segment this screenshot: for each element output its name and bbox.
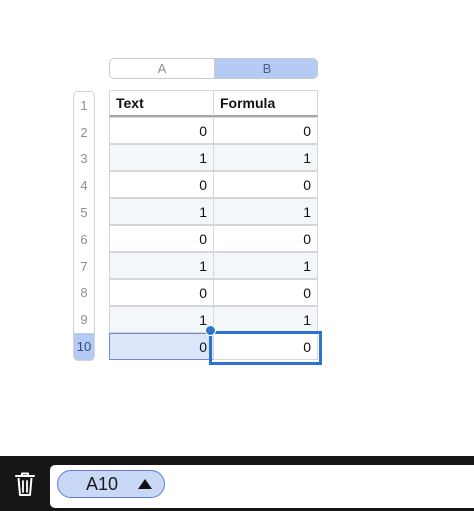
table-cell[interactable]: 1 bbox=[109, 198, 214, 225]
table-cell[interactable]: 0 bbox=[109, 117, 214, 144]
table-row: 0 0 bbox=[109, 171, 319, 199]
selected-cell-a10[interactable]: 0 bbox=[109, 333, 214, 360]
row-header-9[interactable]: 9 bbox=[74, 306, 94, 333]
table-row: 0 0 bbox=[109, 225, 319, 253]
row-header-4[interactable]: 4 bbox=[74, 172, 94, 199]
table-cell[interactable]: 0 bbox=[109, 225, 214, 252]
row-header-3[interactable]: 3 bbox=[74, 146, 94, 173]
triangle-up-icon bbox=[138, 479, 152, 489]
data-table: Text Formula 0 0 1 1 0 0 1 1 0 0 1 1 0 0 bbox=[109, 90, 319, 361]
table-cell[interactable]: 0 bbox=[213, 171, 318, 198]
table-cell[interactable]: 0 bbox=[213, 117, 318, 144]
header-cell-formula[interactable]: Formula bbox=[213, 90, 318, 117]
row-header-2[interactable]: 2 bbox=[74, 119, 94, 146]
spreadsheet-screen: A B 1 2 3 4 5 6 7 8 9 10 Text Formula 0 … bbox=[0, 0, 474, 511]
table-cell[interactable]: 0 bbox=[213, 225, 318, 252]
table-row: 1 1 bbox=[109, 252, 319, 280]
table-cell[interactable]: 1 bbox=[213, 198, 318, 225]
table-row-selected: 0 0 bbox=[109, 333, 319, 361]
column-headers: A B bbox=[109, 58, 318, 79]
table-cell[interactable]: 0 bbox=[109, 279, 214, 306]
column-header-a[interactable]: A bbox=[110, 59, 215, 78]
table-cell[interactable]: 1 bbox=[109, 306, 214, 333]
row-header-1[interactable]: 1 bbox=[74, 92, 94, 119]
column-header-b[interactable]: B bbox=[215, 59, 317, 78]
header-cell-text[interactable]: Text bbox=[109, 90, 214, 117]
row-header-7[interactable]: 7 bbox=[74, 253, 94, 280]
table-cell[interactable]: 0 bbox=[213, 279, 318, 306]
row-headers: 1 2 3 4 5 6 7 8 9 10 bbox=[73, 91, 95, 361]
table-cell[interactable]: 1 bbox=[109, 252, 214, 279]
trash-icon[interactable] bbox=[12, 470, 38, 498]
table-header-row: Text Formula bbox=[109, 90, 319, 118]
cell-reference-button[interactable]: A10 bbox=[57, 470, 165, 498]
table-cell[interactable]: 0 bbox=[109, 171, 214, 198]
table-row: 0 0 bbox=[109, 279, 319, 307]
table-cell[interactable]: 1 bbox=[213, 144, 318, 171]
table-row: 1 1 bbox=[109, 144, 319, 172]
active-cell-b10[interactable]: 0 bbox=[213, 333, 318, 360]
table-cell[interactable]: 1 bbox=[213, 252, 318, 279]
table-cell[interactable]: 1 bbox=[109, 144, 214, 171]
row-header-10[interactable]: 10 bbox=[74, 333, 94, 360]
cell-reference-label: A10 bbox=[86, 473, 119, 494]
table-row: 0 0 bbox=[109, 117, 319, 145]
table-row: 1 1 bbox=[109, 198, 319, 226]
row-header-8[interactable]: 8 bbox=[74, 280, 94, 307]
table-cell[interactable]: 1 bbox=[213, 306, 318, 333]
row-header-6[interactable]: 6 bbox=[74, 226, 94, 253]
row-header-5[interactable]: 5 bbox=[74, 199, 94, 226]
selection-handle[interactable] bbox=[205, 325, 216, 336]
